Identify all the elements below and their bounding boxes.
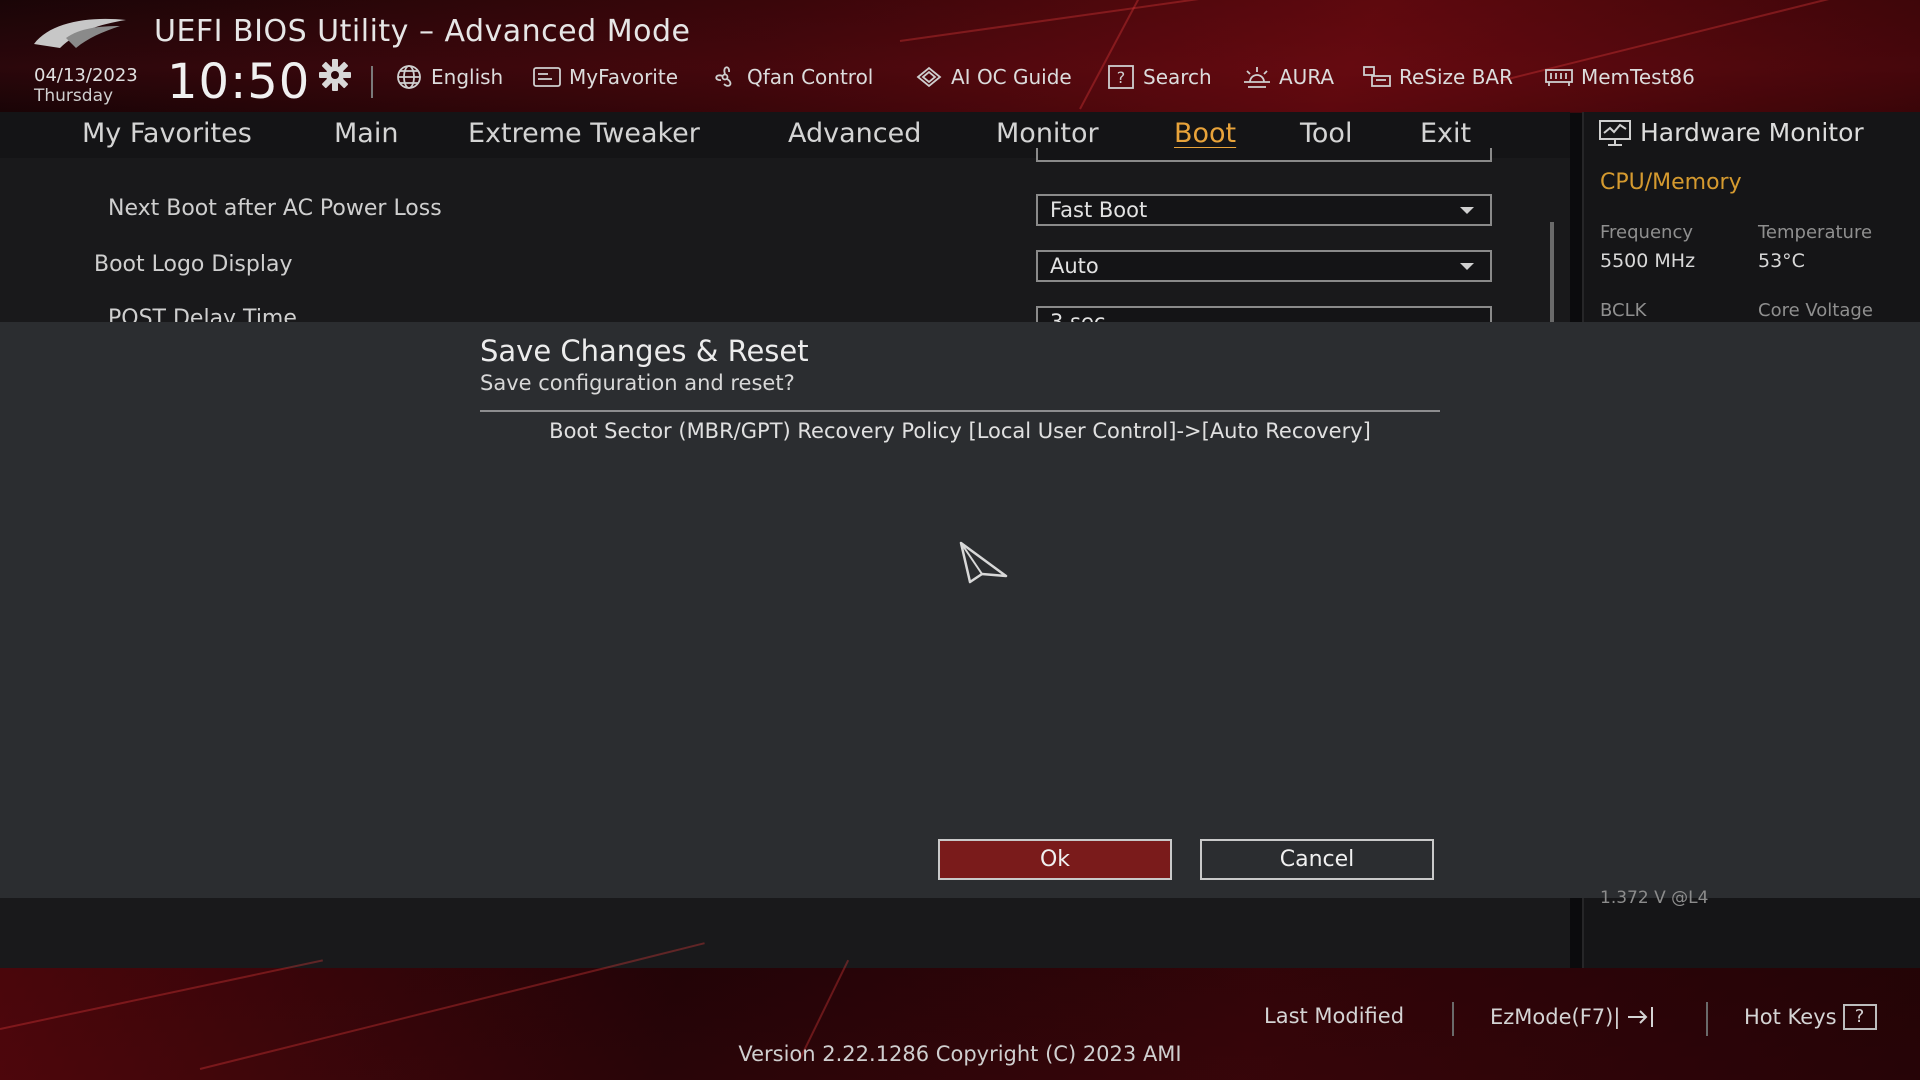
ai-chip-icon (916, 66, 942, 88)
tab-tool[interactable]: Tool (1300, 118, 1352, 149)
memory-icon (1545, 69, 1573, 86)
tab-advanced[interactable]: Advanced (788, 118, 921, 149)
tool-label: AURA (1279, 65, 1335, 89)
date-display: 04/13/2023 (34, 65, 138, 86)
hw-title: Hardware Monitor (1598, 118, 1864, 147)
boot-logo-dropdown[interactable]: Auto (1036, 250, 1492, 282)
setting-label: Boot Logo Display (94, 252, 293, 277)
last-modified-label: Last Modified (1264, 1004, 1405, 1028)
monitor-icon (1599, 119, 1631, 146)
hw-frequency-value: 5500 MHz (1600, 250, 1696, 272)
chevron-down-icon (1460, 207, 1474, 214)
decor-stripe (1079, 0, 1142, 110)
next-boot-dropdown[interactable]: Fast Boot (1036, 194, 1492, 226)
hw-title-label: Hardware Monitor (1640, 118, 1864, 147)
tab-exit[interactable]: Exit (1420, 118, 1471, 149)
decor-stripe (899, 0, 1416, 42)
tool-label: Search (1143, 65, 1212, 89)
question-icon: ? (1108, 65, 1134, 89)
save-reset-dialog: Save Changes & Reset Save configuration … (0, 322, 1920, 898)
header-divider (371, 66, 373, 98)
tool-memtest86[interactable]: MemTest86 (1544, 64, 1695, 90)
tool-myfavorite[interactable]: MyFavorite (532, 64, 678, 90)
tool-label: English (431, 65, 504, 89)
cancel-button[interactable]: Cancel (1200, 839, 1434, 880)
tool-label: ReSize BAR (1399, 65, 1514, 89)
hw-core-voltage-label: Core Voltage (1758, 300, 1873, 321)
tab-monitor[interactable]: Monitor (996, 118, 1099, 149)
app-title: UEFI BIOS Utility – Advanced Mode (154, 14, 691, 49)
hw-bclk-label: BCLK (1600, 300, 1647, 321)
tab-extreme-tweaker[interactable]: Extreme Tweaker (468, 118, 700, 149)
version-text: Version 2.22.1286 Copyright (C) 2023 AMI (738, 1042, 1182, 1066)
hw-frequency-label: Frequency (1600, 222, 1693, 243)
hw-voltage-peek: 1.372 V @L4 (1600, 888, 1709, 908)
footer-divider (1706, 1002, 1708, 1036)
mouse-cursor-icon (959, 541, 1008, 584)
resize-bar-icon (1363, 66, 1391, 87)
hot-keys-label: Hot Keys (1744, 1005, 1837, 1029)
tool-label: Qfan Control (747, 65, 874, 89)
tool-label: MemTest86 (1581, 65, 1695, 89)
decor-stripe (0, 959, 323, 1030)
dialog-subtitle: Save configuration and reset? (480, 371, 795, 395)
dropdown-partial (1036, 148, 1492, 162)
hw-section-cpu-memory: CPU/Memory (1600, 170, 1742, 195)
header-bar: UEFI BIOS Utility – Advanced Mode 04/13/… (0, 0, 1920, 113)
hw-temperature-label: Temperature (1758, 222, 1873, 243)
setting-label: Next Boot after AC Power Loss (108, 196, 442, 221)
ezmode-button[interactable]: EzMode(F7)| (1490, 1004, 1656, 1030)
aura-icon (1244, 67, 1270, 88)
gear-icon[interactable] (318, 58, 352, 92)
question-icon: ? (1842, 1004, 1877, 1030)
globe-icon (397, 65, 421, 89)
ok-button[interactable]: Ok (938, 839, 1172, 880)
chevron-down-icon (1460, 263, 1474, 270)
dialog-divider (480, 410, 1440, 412)
tab-boot[interactable]: Boot (1174, 118, 1236, 149)
hot-keys-button[interactable]: Hot Keys ? (1744, 1004, 1877, 1030)
tool-aura[interactable]: AURA (1242, 64, 1334, 90)
tab-my-favorites[interactable]: My Favorites (82, 118, 252, 149)
tool-resize-bar[interactable]: ReSize BAR (1362, 64, 1513, 90)
ezmode-label: EzMode(F7)| (1490, 1005, 1621, 1029)
tool-label: AI OC Guide (951, 65, 1072, 89)
settings-scrollbar[interactable] (1550, 222, 1554, 322)
fan-icon (715, 66, 732, 87)
clock-display: 10:50 (167, 54, 311, 110)
exit-arrow-icon (1628, 1007, 1654, 1027)
dropdown-value: Fast Boot (1050, 198, 1148, 222)
rog-logo-icon (34, 18, 126, 48)
tool-ai-oc-guide[interactable]: AI OC Guide (914, 64, 1072, 90)
hw-temperature-value: 53°C (1758, 250, 1805, 272)
svg-text:?: ? (1117, 68, 1126, 87)
footer-bar: Last Modified EzMode(F7)| Hot Keys ? Ver… (0, 942, 1920, 1080)
tool-english[interactable]: English (394, 64, 503, 90)
tool-qfan-control[interactable]: Qfan Control (710, 64, 873, 90)
dialog-change-message: Boot Sector (MBR/GPT) Recovery Policy [L… (549, 419, 1371, 443)
tool-search[interactable]: ? Search (1106, 64, 1212, 90)
dialog-title: Save Changes & Reset (480, 334, 809, 368)
bios-screen: UEFI BIOS Utility – Advanced Mode 04/13/… (0, 0, 1920, 1080)
last-modified-button[interactable]: Last Modified (1264, 1004, 1404, 1028)
tab-main[interactable]: Main (334, 118, 398, 149)
footer-divider (1452, 1002, 1454, 1036)
favorite-icon (533, 67, 561, 87)
dropdown-value: Auto (1050, 254, 1099, 278)
day-display: Thursday (34, 86, 114, 106)
tool-label: MyFavorite (569, 65, 679, 89)
